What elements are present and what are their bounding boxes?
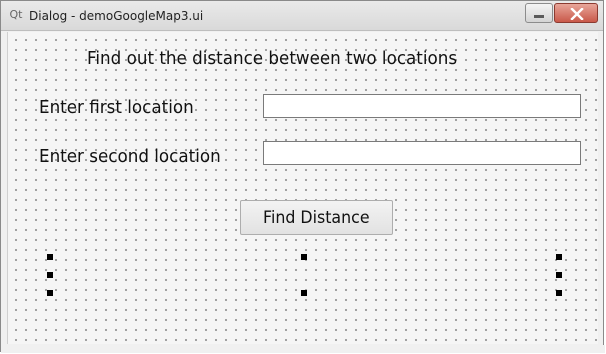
page-title: Find out the distance between two locati…	[87, 48, 458, 69]
close-icon[interactable]	[554, 3, 598, 23]
find-distance-button[interactable]: Find Distance	[240, 200, 393, 235]
first-location-input[interactable]	[263, 94, 581, 118]
resize-handle-middle-right[interactable]	[556, 272, 562, 278]
qt-app-icon: Qt	[9, 8, 23, 21]
resize-handle-bottom-right[interactable]	[556, 290, 562, 296]
resize-handle-top-center[interactable]	[301, 254, 307, 260]
resize-handle-top-right[interactable]	[556, 254, 562, 260]
resize-handle-middle-left[interactable]	[47, 272, 53, 278]
second-location-label: Enter second location	[39, 146, 221, 167]
dialog-window: Qt Dialog - demoGoogleMap3.ui Find out t…	[0, 0, 605, 353]
design-canvas	[7, 32, 598, 344]
window-bottom-frame	[1, 345, 605, 353]
second-location-input[interactable]	[263, 141, 581, 165]
minimize-icon[interactable]	[525, 3, 553, 23]
window-title: Dialog - demoGoogleMap3.ui	[29, 9, 204, 23]
resize-handle-top-left[interactable]	[47, 254, 53, 260]
resize-handle-bottom-center[interactable]	[301, 290, 307, 296]
resize-handle-bottom-left[interactable]	[47, 290, 53, 296]
title-bar[interactable]: Qt Dialog - demoGoogleMap3.ui	[1, 1, 603, 31]
find-distance-label: Find Distance	[263, 207, 370, 228]
first-location-label: Enter first location	[39, 97, 194, 118]
